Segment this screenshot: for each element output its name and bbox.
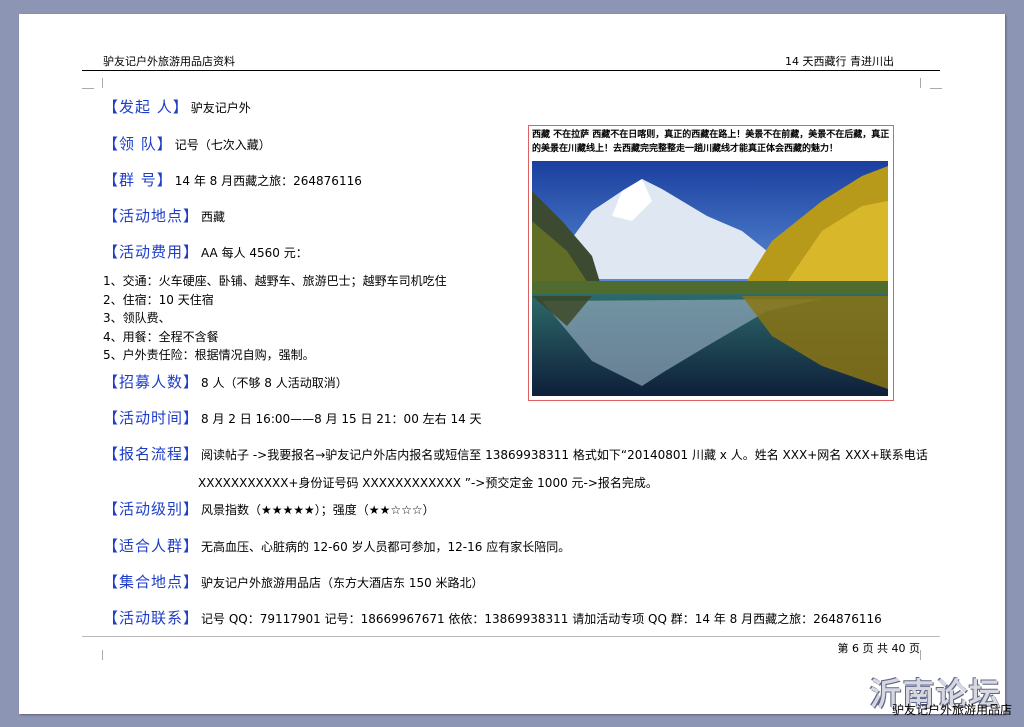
photo-caption: 西藏 不在拉萨 西藏不在日喀则，真正的西藏在路上！美景不在前藏，美景不在后藏，真… <box>532 130 890 154</box>
row-label: 【集合地点】 <box>103 573 200 591</box>
process-continued: XXXXXXXXXXX+身份证号码 XXXXXXXXXXXX ”->预交定金 1… <box>198 476 658 490</box>
row-value: 记号 QQ：79117901 记号：18669967671 依依：1386993… <box>201 612 882 626</box>
margin-mark <box>102 78 103 88</box>
row-value: 阅读帖子 ->我要报名→驴友记户外店内报名或短信至 13869938311 格式… <box>201 448 928 462</box>
row-cost: 【活动费用】 AA 每人 4560 元： <box>103 241 308 262</box>
margin-mark <box>920 650 921 660</box>
row-meeting: 【集合地点】 驴友记户外旅游用品店（东方大酒店东 150 米路北） <box>103 571 484 592</box>
row-time: 【活动时间】 8 月 2 日 16:00——8 月 15 日 21：00 左右 … <box>103 407 482 428</box>
header-left: 驴友记户外旅游用品店资料 <box>103 55 235 68</box>
row-value: 驴友记户外 <box>190 101 251 115</box>
list-item: 3、领队费、 <box>103 311 171 325</box>
row-label: 【报名流程】 <box>103 445 200 463</box>
row-value: 记号（七次入藏） <box>174 138 271 152</box>
watermark-subtitle: 驴友记户外旅游用品店 <box>891 703 1012 717</box>
row-process: 【报名流程】 阅读帖子 ->我要报名→驴友记户外店内报名或短信至 1386993… <box>103 443 928 464</box>
row-label: 【活动地点】 <box>103 207 200 225</box>
row-value: AA 每人 4560 元： <box>201 246 308 260</box>
cost-items-list: 1、交通：火车硬座、卧铺、越野车、旅游巴士；越野车司机吃住 2、住宿：10 天住… <box>103 272 447 365</box>
row-suitable: 【适合人群】 无高血压、心脏病的 12-60 岁人员都可参加，12-16 应有家… <box>103 535 570 556</box>
margin-mark <box>82 88 94 89</box>
header-right: 14 天西藏行 青进川出 <box>785 55 894 68</box>
row-label: 【群 号】 <box>103 171 173 189</box>
row-value: 8 月 2 日 16:00——8 月 15 日 21：00 左右 14 天 <box>201 412 482 426</box>
row-label: 【发起 人】 <box>103 98 189 116</box>
row-label: 【活动费用】 <box>103 243 200 261</box>
row-value: 无高血压、心脏病的 12-60 岁人员都可参加，12-16 应有家长陪同。 <box>201 540 571 554</box>
list-item: 5、户外责任险：根据情况自购，强制。 <box>103 348 315 362</box>
row-value: 西藏 <box>201 210 226 224</box>
row-group: 【群 号】 14 年 8 月西藏之旅：264876116 <box>103 169 362 190</box>
list-item: 2、住宿：10 天住宿 <box>103 292 214 307</box>
row-value: 风景指数（★★★★★）；强度（★★☆☆☆） <box>201 503 435 517</box>
row-organizer: 【发起 人】 驴友记户外 <box>103 96 251 117</box>
row-label: 【领 队】 <box>103 135 173 153</box>
page-number: 第 6 页 共 40 页 <box>837 642 920 655</box>
footer-rule <box>82 636 940 637</box>
row-value: 14 年 8 月西藏之旅：264876116 <box>174 174 362 188</box>
row-label: 【活动级别】 <box>103 500 200 518</box>
row-label: 【适合人群】 <box>103 537 200 555</box>
margin-mark <box>930 88 942 89</box>
row-level: 【活动级别】 风景指数（★★★★★）；强度（★★☆☆☆） <box>103 498 435 519</box>
margin-mark <box>102 650 103 660</box>
row-leader: 【领 队】 记号（七次入藏） <box>103 133 271 154</box>
row-label: 【招募人数】 <box>103 373 200 391</box>
row-label: 【活动时间】 <box>103 409 200 427</box>
row-value: 8 人（不够 8 人活动取消） <box>201 376 348 390</box>
row-label: 【活动联系】 <box>103 609 200 627</box>
margin-mark <box>920 78 921 88</box>
header-rule <box>82 70 940 71</box>
row-contact: 【活动联系】 记号 QQ：79117901 记号：18669967671 依依：… <box>103 607 882 628</box>
list-item: 1、交通：火车硬座、卧铺、越野车、旅游巴士；越野车司机吃住 <box>103 274 447 288</box>
row-value: 驴友记户外旅游用品店（东方大酒店东 150 米路北） <box>201 576 484 590</box>
photo-frame[interactable]: 西藏 不在拉萨 西藏不在日喀则，真正的西藏在路上！美景不在前藏，美景不在后藏，真… <box>528 125 894 401</box>
mountain-lake-photo <box>532 161 888 396</box>
row-recruit: 【招募人数】 8 人（不够 8 人活动取消） <box>103 371 348 392</box>
list-item: 4、用餐：全程不含餐 <box>103 329 219 344</box>
row-location: 【活动地点】 西藏 <box>103 205 225 226</box>
